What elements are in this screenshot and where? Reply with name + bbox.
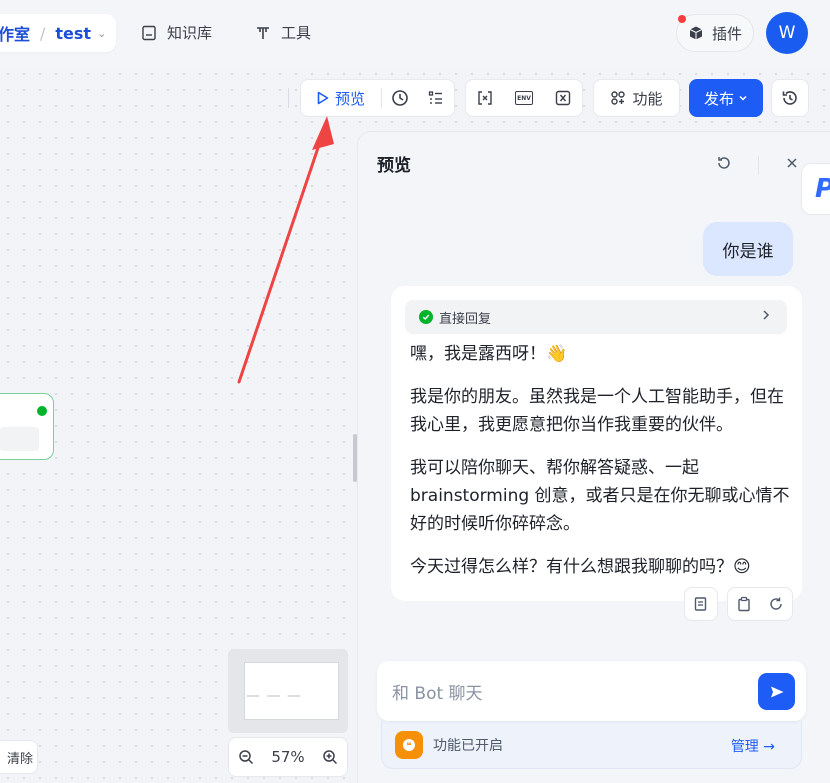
function-button-inner[interactable]: 功能: [594, 80, 679, 116]
node-success-icon: [37, 406, 47, 416]
send-button[interactable]: [758, 673, 795, 710]
panel-header-separator: [758, 156, 759, 174]
workflow-node[interactable]: [0, 393, 54, 460]
chat-input-placeholder: 和 Bot 聊天: [392, 683, 483, 704]
publish-button[interactable]: 发布: [689, 79, 763, 117]
tool-call-label: 直接回复: [439, 311, 492, 327]
regenerate-icon[interactable]: [768, 596, 784, 612]
preview-panel-title: 预览: [377, 156, 411, 176]
bot-message-text: 嘿，我是露西呀！👋 我是你的朋友。虽然我是一个人工智能助手，但在我心里，我更愿意…: [410, 340, 790, 596]
book-icon: [140, 24, 158, 42]
zoom-in-icon[interactable]: [322, 749, 338, 765]
variable-button[interactable]: [466, 80, 505, 116]
annotation-arrow-icon: [237, 116, 334, 384]
variable-icon: [477, 90, 493, 106]
breadcrumb[interactable]: 作室 / test ⌄: [0, 14, 116, 52]
trace-button[interactable]: [382, 80, 418, 116]
plugin-label: 插件: [711, 24, 742, 43]
bot-paragraph: 我可以陪你聊天、帮你解答疑惑、一起 brainstorming 创意，或者只是在…: [410, 458, 790, 534]
publish-label: 发布: [703, 89, 734, 108]
nav-knowledge-base[interactable]: 知识库: [140, 22, 212, 43]
manage-link[interactable]: 管理 →: [731, 736, 775, 756]
preview-panel: 预览 你是谁 直接回复 嘿，我是露西呀！👋 我是你的朋友。虽然我是一个人工智能助…: [357, 131, 830, 783]
nav-knowledge-base-label: 知识库: [167, 24, 213, 42]
checklist-icon: [428, 90, 444, 106]
zoom-control: 57%: [228, 737, 348, 777]
send-icon: [769, 684, 785, 700]
clear-button[interactable]: 清除: [0, 740, 38, 774]
tool-icon: [254, 24, 272, 42]
tool-call-summary[interactable]: 直接回复: [405, 300, 787, 334]
breadcrumb-workspace[interactable]: 作室: [0, 21, 30, 45]
minimap-node: — — —: [246, 688, 302, 704]
chat-input[interactable]: 和 Bot 聊天: [377, 661, 806, 721]
notes-icon: [693, 596, 709, 612]
toolbar-divider: [288, 88, 289, 108]
avatar[interactable]: W: [766, 12, 808, 54]
nav-tools-label: 工具: [281, 24, 312, 42]
zoom-out-icon[interactable]: [238, 749, 254, 765]
copy-icon[interactable]: [736, 596, 752, 612]
env-button[interactable]: ENV: [505, 80, 544, 116]
close-icon[interactable]: [785, 155, 799, 174]
function-label: 功能: [632, 89, 663, 108]
bot-paragraph: 今天过得怎么样？有什么想跟我聊聊的吗？😊: [410, 557, 751, 577]
minimap[interactable]: — — —: [228, 649, 348, 733]
chevron-right-icon: [761, 309, 771, 325]
breadcrumb-separator: /: [40, 23, 46, 43]
chevron-down-icon[interactable]: ⌄: [97, 27, 106, 40]
side-tab[interactable]: P: [801, 163, 830, 215]
checklist-button[interactable]: [418, 80, 454, 116]
plugin-button[interactable]: 插件: [676, 14, 754, 52]
zoom-value[interactable]: 57%: [271, 748, 304, 766]
function-button[interactable]: 功能: [593, 79, 680, 117]
apps-icon: [610, 90, 626, 106]
bot-paragraph: 嘿，我是露西呀！👋: [410, 344, 568, 364]
cube-icon: [688, 25, 704, 41]
node-body: [0, 427, 39, 451]
history-button[interactable]: [771, 79, 809, 117]
user-message: 你是谁: [703, 222, 793, 276]
message-notes-button[interactable]: [684, 587, 718, 621]
message-action-group: [727, 587, 793, 621]
check-circle-icon: [419, 310, 433, 324]
feature-status-text: 功能已开启: [433, 737, 503, 754]
notification-dot: [678, 15, 686, 23]
svg-text:❝: ❝: [406, 741, 411, 751]
bot-paragraph: 我是你的朋友。虽然我是一个人工智能助手，但在我心里，我更愿意把你当作我重要的伙伴…: [410, 387, 784, 435]
formula-button[interactable]: [543, 80, 582, 116]
breadcrumb-project[interactable]: test: [55, 24, 91, 43]
variable-toolbar-group: ENV: [465, 79, 583, 117]
refresh-icon[interactable]: [715, 154, 733, 176]
play-icon: [317, 91, 329, 105]
top-bar: 作室 / test ⌄ 知识库 工具 插件 W: [0, 0, 830, 66]
preview-label: 预览: [334, 89, 365, 108]
clock-play-icon: [391, 89, 409, 107]
formula-icon: [555, 90, 571, 106]
chevron-down-icon: [738, 93, 748, 103]
env-icon: ENV: [515, 91, 533, 105]
history-icon: [781, 89, 799, 107]
nav-tools[interactable]: 工具: [254, 22, 311, 43]
quote-icon: ❝: [395, 730, 423, 759]
feature-status-bar: ❝ 功能已开启 管理 →: [381, 721, 802, 769]
bot-message: 直接回复 嘿，我是露西呀！👋 我是你的朋友。虽然我是一个人工智能助手，但在我心里…: [391, 286, 802, 601]
